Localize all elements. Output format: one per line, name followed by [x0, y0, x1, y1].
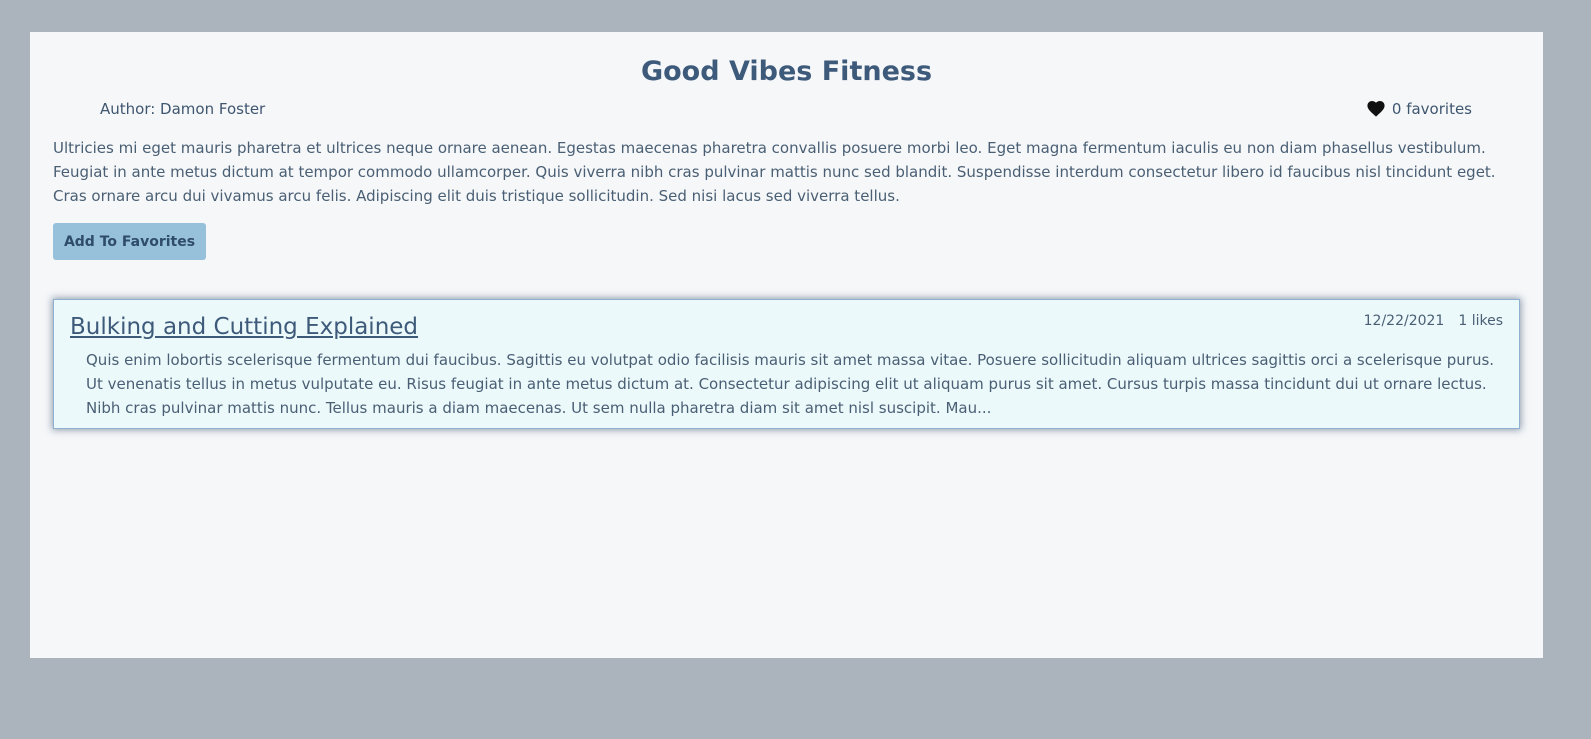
add-to-favorites-button[interactable]: Add To Favorites [53, 223, 206, 260]
author-label: Author: Damon Foster [100, 100, 266, 118]
post-date: 12/22/2021 [1363, 313, 1445, 329]
post-title-link[interactable]: Bulking and Cutting Explained [70, 312, 418, 342]
post-meta: 12/22/2021 1 likes [1364, 311, 1503, 331]
favorites-count-label: 0 favorites [1391, 100, 1472, 118]
blog-panel: Good Vibes Fitness Author: Damon Foster … [30, 32, 1543, 658]
post-likes: 1 likes [1458, 313, 1503, 329]
post-excerpt: Quis enim lobortis scelerisque fermentum… [86, 351, 1495, 417]
favorites-count: 0 favorites [1367, 99, 1472, 119]
heart-icon [1367, 101, 1385, 117]
post-card: Bulking and Cutting Explained 12/22/2021… [53, 299, 1520, 429]
blog-description: Ultricies mi eget mauris pharetra et ult… [53, 139, 1496, 205]
blog-title: Good Vibes Fitness [640, 56, 933, 87]
